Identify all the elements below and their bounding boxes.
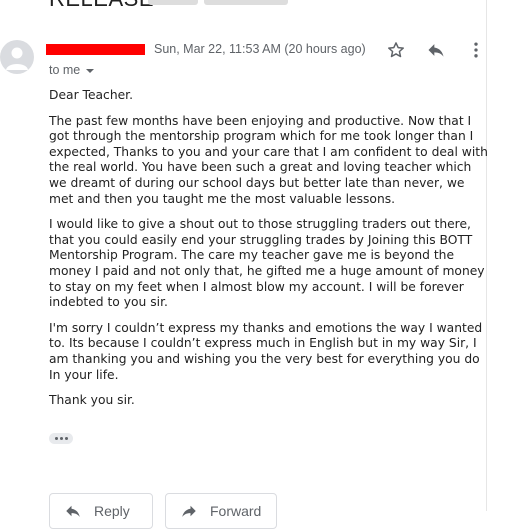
person-icon	[6, 47, 28, 70]
message-date: Sun, Mar 22, 11:53 AM (20 hours ago)	[154, 42, 366, 56]
reply-button[interactable]	[424, 38, 448, 62]
email-subject: RELEASE	[49, 0, 154, 11]
body-paragraph: I would like to give a shout out to thos…	[49, 217, 485, 310]
greeting: Dear Teacher.	[49, 88, 134, 102]
star-icon	[388, 42, 404, 58]
dot	[59, 437, 63, 440]
recipient-label: to me	[49, 63, 81, 77]
more-vert-icon	[474, 42, 478, 58]
chevron-down-icon	[86, 68, 95, 73]
sender-name-redacted	[46, 44, 145, 55]
star-button[interactable]	[384, 38, 408, 62]
body-paragraph: I'm sorry I couldn’t express my thanks a…	[49, 320, 483, 382]
sender-avatar[interactable]	[0, 40, 34, 74]
reply-action-button[interactable]: Reply	[49, 493, 153, 529]
dot	[54, 437, 58, 440]
label-chip[interactable]	[204, 0, 288, 5]
recipient-details-toggle[interactable]: to me	[49, 63, 95, 77]
reply-icon	[66, 505, 80, 517]
forward-action-button[interactable]: Forward	[165, 493, 277, 529]
body-paragraph: The past few months have been enjoying a…	[49, 113, 488, 206]
reply-icon	[428, 44, 444, 57]
reply-label: Reply	[94, 503, 130, 519]
label-chip[interactable]	[148, 0, 198, 5]
closing: Thank you sir.	[49, 393, 135, 408]
show-trimmed-content-button[interactable]	[49, 433, 73, 444]
message-body: Dear Teacher. The past few months have b…	[49, 88, 489, 419]
dot	[64, 437, 68, 440]
more-options-button[interactable]	[464, 38, 488, 62]
forward-label: Forward	[210, 503, 262, 519]
forward-icon	[182, 505, 196, 517]
